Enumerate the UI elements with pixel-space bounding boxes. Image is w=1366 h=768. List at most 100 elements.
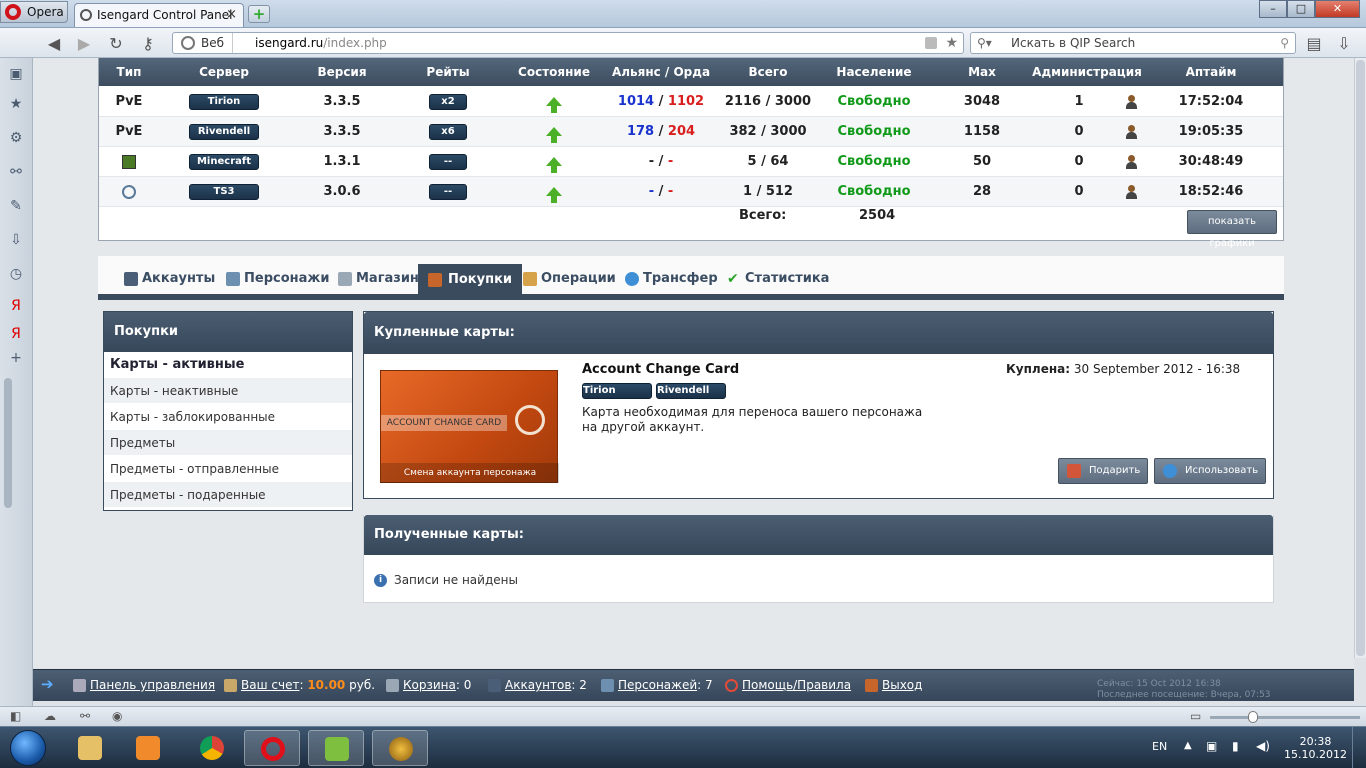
bookmark-star-icon[interactable]: ★ xyxy=(945,33,958,53)
forward-icon[interactable]: ▶ xyxy=(74,34,94,53)
accounts-link[interactable]: Аккаунтов: 2 xyxy=(488,678,587,692)
key-icon[interactable]: ⚷ xyxy=(138,34,158,53)
menu-item-cards-active[interactable]: Карты - активные xyxy=(104,352,352,378)
tab-characters[interactable]: Персонажи xyxy=(224,264,329,294)
bookmarks-icon[interactable]: ★ xyxy=(8,96,24,112)
help-rules-link[interactable]: Помощь/Правила xyxy=(725,678,851,692)
tab-shop[interactable]: Магазин xyxy=(336,264,419,294)
taskbar-chrome[interactable] xyxy=(184,730,240,766)
use-button[interactable]: Использовать xyxy=(1154,458,1266,484)
server-badge[interactable]: Minecraft xyxy=(189,153,259,170)
purchases-side-menu: Покупки Карты - активные Карты - неактив… xyxy=(103,311,353,511)
downloads-icon[interactable]: ⇩ xyxy=(8,232,24,248)
network-icon[interactable]: ▣ xyxy=(1206,739,1217,753)
search-input[interactable]: ⚲▾ Искать в QIP Search ⚲ xyxy=(970,32,1296,54)
cart-link[interactable]: Корзина: 0 xyxy=(386,678,471,692)
scrollbar-thumb[interactable] xyxy=(1356,60,1365,656)
tray-arrow-icon[interactable]: ▲ xyxy=(1184,740,1192,751)
settings-gear-icon[interactable]: ⚙ xyxy=(8,130,24,146)
control-panel-link[interactable]: Панель управления xyxy=(73,678,215,692)
balance-link[interactable]: Ваш счет: 10.00 руб. xyxy=(224,678,375,692)
rss-icon[interactable] xyxy=(925,37,937,49)
cart-icon xyxy=(386,679,399,692)
cloud-icon[interactable]: ☁ xyxy=(44,709,56,723)
admin-icon[interactable] xyxy=(1125,94,1137,109)
admin-icon[interactable] xyxy=(1125,184,1137,199)
yandex-icon[interactable]: Я xyxy=(8,298,24,314)
menu-item-cards-blocked[interactable]: Карты - заблокированные xyxy=(104,404,352,430)
tray-clock[interactable]: 20:38 15.10.2012 xyxy=(1284,735,1347,761)
keyboard-language[interactable]: EN xyxy=(1152,740,1167,753)
minimize-button[interactable]: – xyxy=(1259,0,1287,18)
server-badge[interactable]: Rivendell xyxy=(189,123,259,140)
browser-titlebar: Opera Isengard Control Panel × + – □ ✕ xyxy=(0,0,1366,28)
admin-icon[interactable] xyxy=(1125,154,1137,169)
speed-dial-icon[interactable]: ▣ xyxy=(8,66,24,82)
opera-menu-button[interactable]: Opera xyxy=(0,1,68,23)
tab-purchases[interactable]: Покупки xyxy=(418,264,523,300)
tab-operations[interactable]: Операции xyxy=(521,264,616,294)
menu-item-cards-inactive[interactable]: Карты - неактивные xyxy=(104,378,352,404)
tab-statistics[interactable]: ✔ Статистика xyxy=(725,264,829,294)
chrome-icon xyxy=(200,736,224,760)
menu-item-items-gifted[interactable]: Предметы - подаренные xyxy=(104,482,352,508)
back-icon[interactable]: ◀ xyxy=(44,34,64,53)
admin-icon[interactable] xyxy=(1125,124,1137,139)
panel-toggle-icon[interactable]: ◧ xyxy=(10,709,21,723)
start-button[interactable] xyxy=(4,728,52,768)
rate-badge: x6 xyxy=(429,123,467,140)
maximize-button[interactable]: □ xyxy=(1287,0,1315,18)
arrow-right-icon[interactable]: ➔ xyxy=(41,675,54,693)
menu-item-items[interactable]: Предметы xyxy=(104,430,352,456)
server-badge[interactable]: Tirion xyxy=(189,93,259,110)
page-scrollbar[interactable] xyxy=(1354,58,1366,658)
panel-toggle-icon[interactable]: ▤ xyxy=(1304,34,1324,53)
received-cards-panel: Полученные карты: i Записи не найдены xyxy=(363,515,1274,603)
tab-transfer[interactable]: Трансфер xyxy=(623,264,718,294)
show-graphs-button[interactable]: показать графики xyxy=(1187,210,1277,249)
close-window-button[interactable]: ✕ xyxy=(1315,0,1360,18)
unite-icon[interactable]: ⚯ xyxy=(80,709,90,723)
server-badge[interactable]: TS3 xyxy=(189,183,259,200)
col-population: Население xyxy=(836,65,912,79)
tab-accounts[interactable]: Аккаунты xyxy=(122,264,215,294)
section-tabs: Аккаунты Персонажи Магазин Покупки Опера… xyxy=(98,256,1284,300)
purchased-cards-title: Купленные карты: xyxy=(364,312,1273,354)
search-icon[interactable]: ⚲ xyxy=(1280,33,1289,53)
reload-icon[interactable]: ↻ xyxy=(106,34,126,53)
signal-icon[interactable]: ▮ xyxy=(1232,739,1239,753)
yandex-icon-2[interactable]: Я xyxy=(8,326,24,342)
use-refresh-icon xyxy=(1163,464,1177,478)
tab-close-icon[interactable]: × xyxy=(226,4,237,26)
taskbar-opera[interactable] xyxy=(244,730,300,766)
taskbar-media-player[interactable] xyxy=(120,730,176,766)
side-panel-scrollbar[interactable] xyxy=(4,378,12,508)
notes-icon[interactable]: ✎ xyxy=(8,198,24,214)
turbo-icon[interactable]: ◉ xyxy=(112,709,122,723)
logout-link[interactable]: Выход xyxy=(865,678,922,692)
card-description: Карта необходимая для переноса вашего пе… xyxy=(582,405,923,434)
taskbar-wow[interactable] xyxy=(372,730,428,766)
server-time-info: Сейчас: 15 Oct 2012 16:38 Последнее посещ… xyxy=(1097,679,1271,700)
new-tab-button[interactable]: + xyxy=(248,5,270,23)
gift-button[interactable]: Подарить xyxy=(1058,458,1148,484)
view-icon[interactable]: ▭ xyxy=(1190,709,1201,723)
url-field[interactable]: Веб isengard.ru/index.php ★ xyxy=(172,32,964,54)
menu-item-items-sent[interactable]: Предметы - отправленные xyxy=(104,456,352,482)
show-desktop-button[interactable] xyxy=(1352,727,1366,768)
browser-tab[interactable]: Isengard Control Panel × xyxy=(74,3,244,27)
volume-icon[interactable]: ◀) xyxy=(1256,739,1270,753)
zoom-slider-track[interactable] xyxy=(1210,716,1360,719)
add-panel-icon[interactable]: + xyxy=(8,350,24,366)
account-icon xyxy=(488,679,501,692)
unite-icon[interactable]: ⚯ xyxy=(8,164,24,180)
history-clock-icon[interactable]: ◷ xyxy=(8,266,24,282)
taskbar-app[interactable] xyxy=(308,730,364,766)
taskbar-explorer[interactable] xyxy=(62,730,118,766)
search-engine-icon[interactable]: ⚲▾ xyxy=(977,33,992,53)
minecraft-icon xyxy=(122,154,136,169)
characters-link[interactable]: Персонажей: 7 xyxy=(601,678,713,692)
download-icon[interactable]: ⇩ xyxy=(1334,34,1354,53)
online-arrow-icon xyxy=(546,157,562,173)
zoom-slider-knob[interactable] xyxy=(1248,711,1258,723)
